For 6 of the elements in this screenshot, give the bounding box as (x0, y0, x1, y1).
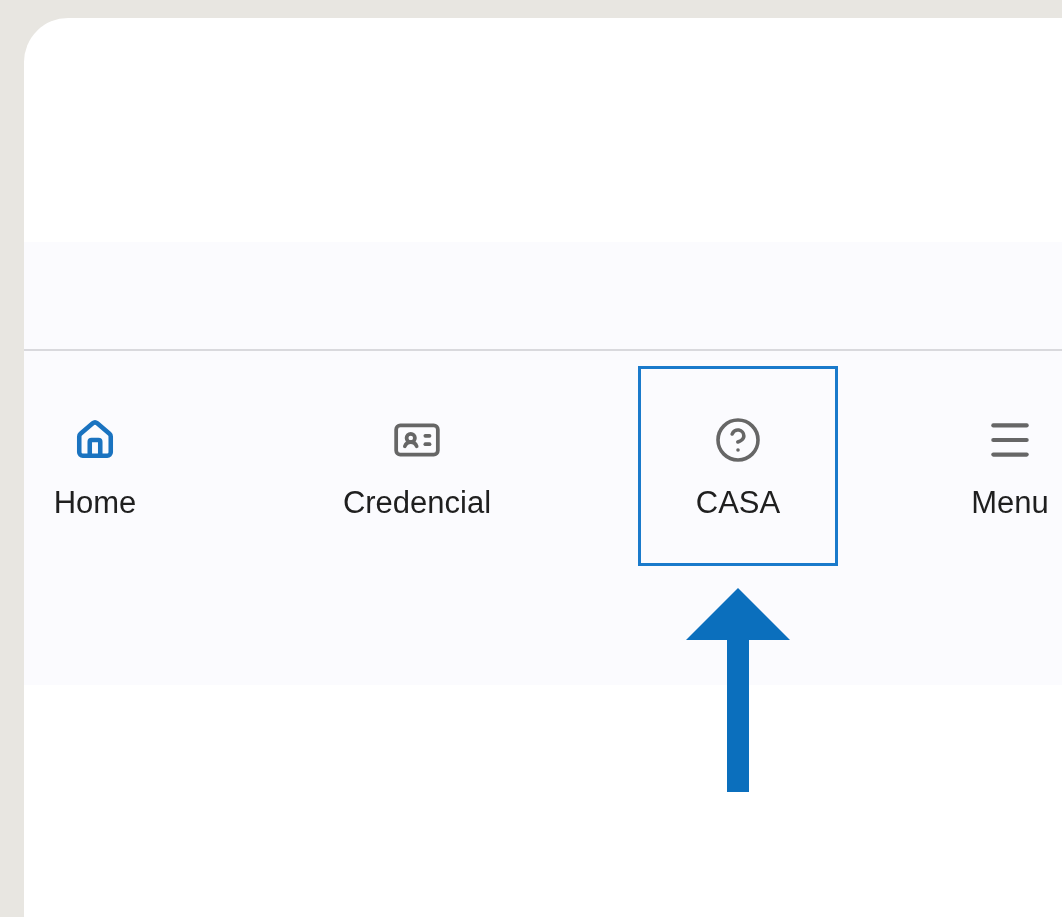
nav-tab[interactable]: CASA (638, 366, 838, 566)
nav-tab[interactable]: Credencial (317, 366, 517, 566)
nav-tab[interactable]: Home (24, 366, 195, 566)
help-icon (714, 416, 762, 464)
nav-tab[interactable]: Menu (910, 366, 1062, 566)
home-icon (74, 419, 116, 461)
